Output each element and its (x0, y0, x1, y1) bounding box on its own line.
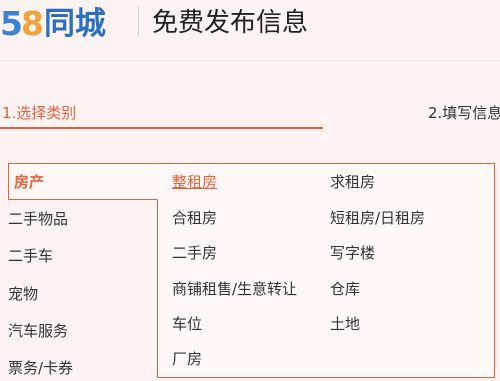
subcategory-land[interactable]: 土地 (330, 313, 360, 335)
site-logo[interactable]: 58 同城 (0, 0, 106, 44)
step-2-fill-info[interactable]: 2.填写信息 (428, 102, 500, 124)
category-real-estate[interactable]: 房产 (14, 171, 44, 193)
category-used-cars[interactable]: 二手车 (8, 245, 53, 267)
category-car-services[interactable]: 汽车服务 (8, 320, 68, 342)
header: 58 同城 免费发布信息 (0, 0, 500, 60)
page-title: 免费发布信息 (152, 8, 309, 38)
subcategory-short-daily-rent[interactable]: 短租房/日租房 (330, 207, 425, 229)
header-divider (138, 6, 139, 36)
subcategory-whole-rent[interactable]: 整租房 (172, 171, 217, 193)
logo-text: 同城 (43, 6, 106, 42)
category-pets[interactable]: 宠物 (8, 283, 38, 305)
logo-number: 58 (0, 4, 44, 44)
category-tickets-cards[interactable]: 票务/卡券 (8, 357, 73, 379)
subcategory-panel (157, 163, 495, 378)
subcategory-seek-rent[interactable]: 求租房 (330, 171, 375, 193)
subcategory-office[interactable]: 写字楼 (330, 242, 375, 264)
subcategory-warehouse[interactable]: 仓库 (330, 278, 360, 300)
header-separator (0, 60, 500, 61)
subcategory-shared-rent[interactable]: 合租房 (172, 207, 217, 229)
subcategory-parking-space[interactable]: 车位 (172, 313, 202, 335)
step-progress-underline (0, 127, 323, 129)
logo-digit-5: 5 (0, 4, 23, 43)
subcategory-factory[interactable]: 厂房 (172, 348, 202, 370)
logo-digit-8: 8 (20, 4, 44, 43)
subcategory-shop-rental-transfer[interactable]: 商铺租售/生意转让 (172, 278, 297, 300)
subcategory-second-hand-house[interactable]: 二手房 (172, 242, 217, 264)
step-1-choose-category[interactable]: 1.选择类别 (2, 102, 76, 124)
category-second-hand-goods[interactable]: 二手物品 (8, 208, 68, 230)
